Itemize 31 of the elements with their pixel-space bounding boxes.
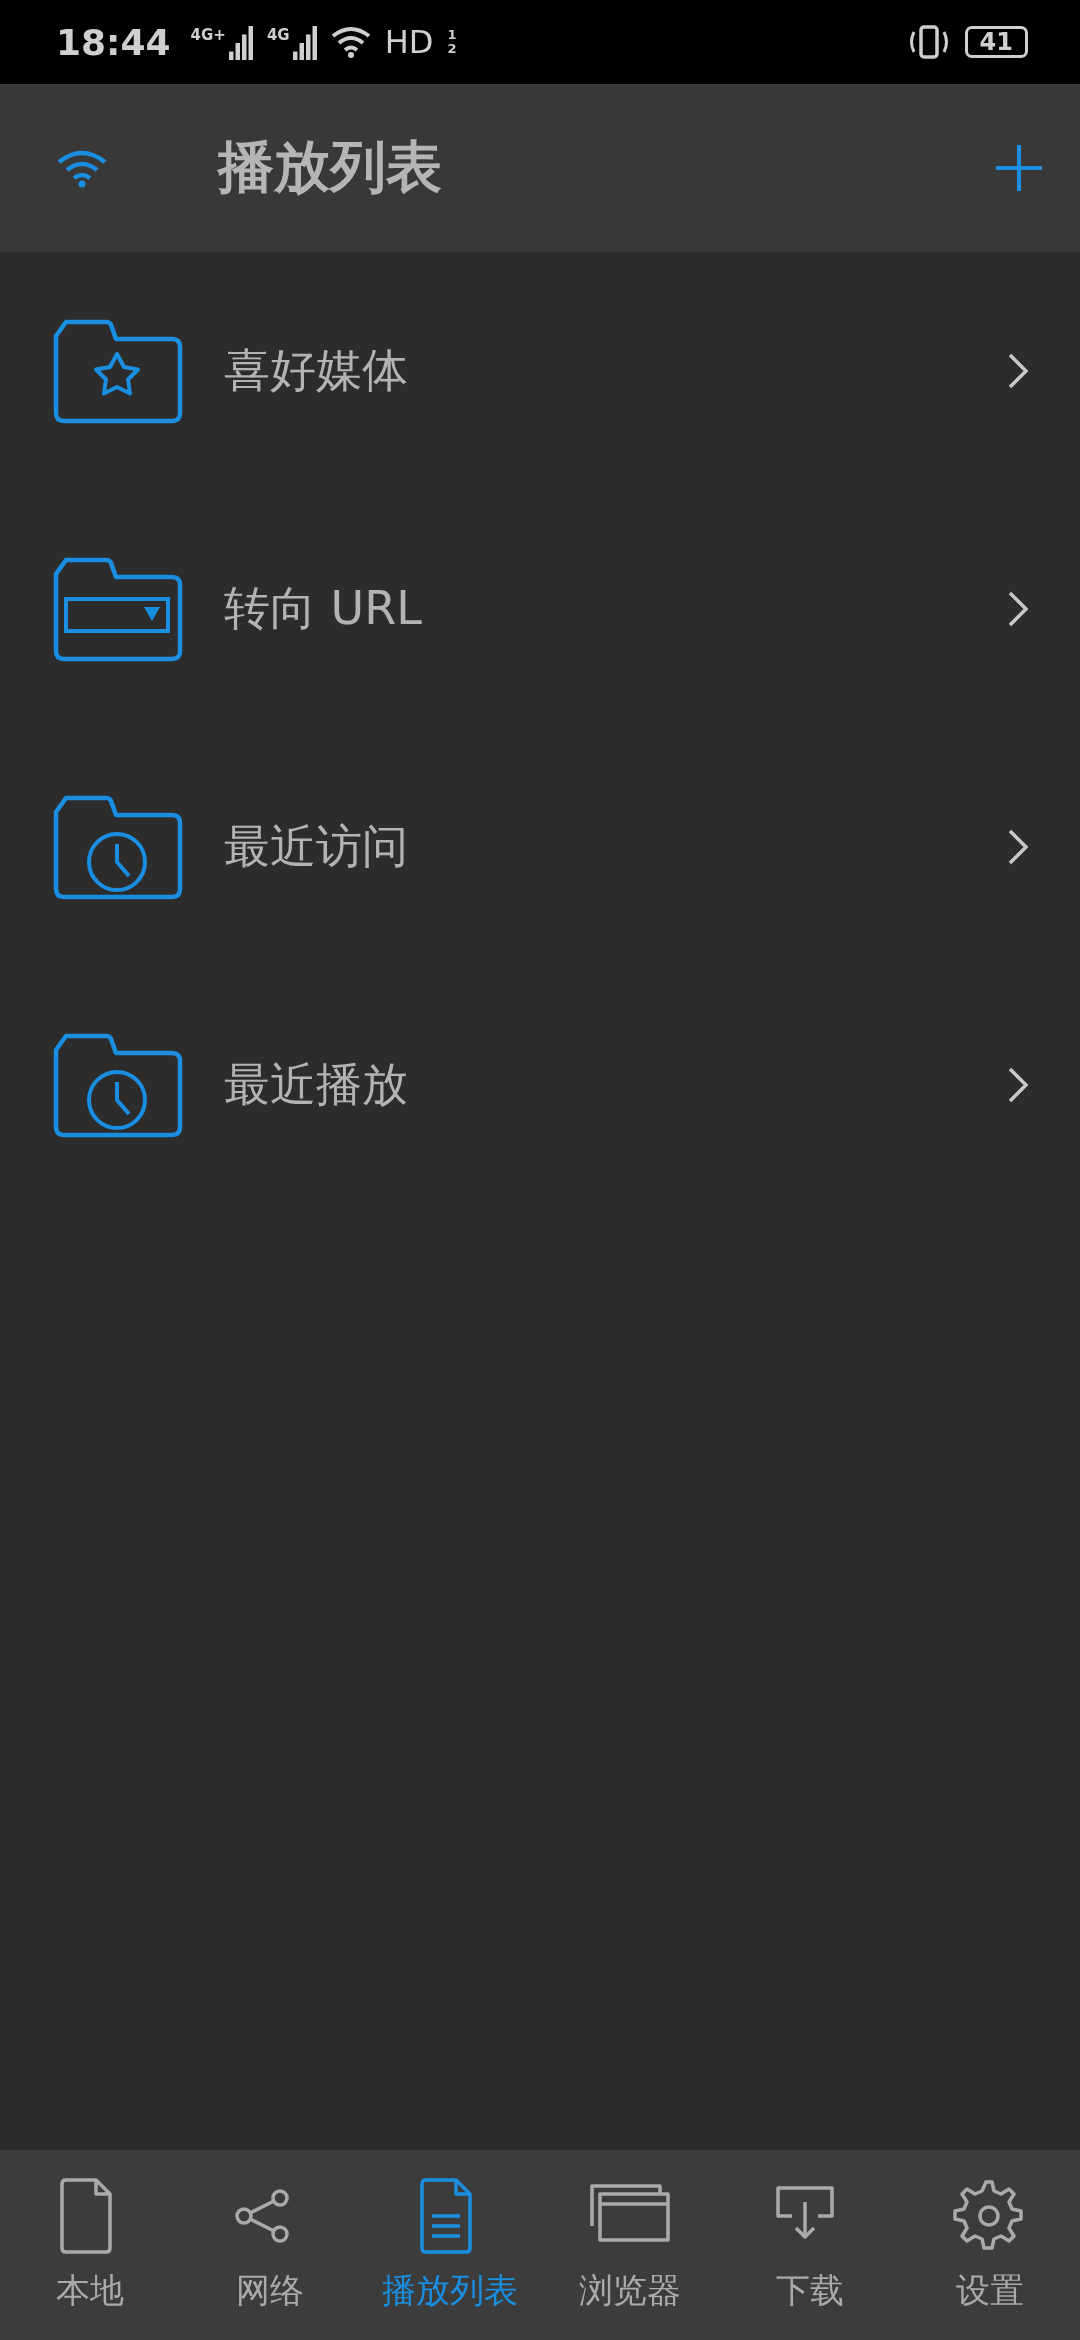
nav-tab[interactable]: 下载 xyxy=(720,2150,900,2340)
row-label: 喜好媒体 xyxy=(224,342,409,399)
playlist-row[interactable]: 转向 URL xyxy=(0,490,1080,728)
playlist-row[interactable]: 最近访问 xyxy=(0,728,1080,966)
nav-tab[interactable]: 播放列表 xyxy=(360,2150,540,2340)
wifi-icon[interactable] xyxy=(56,148,108,188)
nav-tab[interactable]: 本地 xyxy=(0,2150,180,2340)
playlist-row[interactable]: 喜好媒体 xyxy=(0,252,1080,490)
row-label: 最近播放 xyxy=(224,1056,409,1113)
row-label: 转向 URL xyxy=(224,580,423,637)
network-type: 4G+ xyxy=(190,26,226,44)
network-type: 4G xyxy=(266,26,290,44)
add-icon[interactable] xyxy=(994,143,1044,193)
chevron-icon xyxy=(1006,589,1030,629)
nav-tab[interactable]: 设置 xyxy=(900,2150,1080,2340)
chevron-icon xyxy=(1006,1065,1030,1105)
chevron-icon xyxy=(1006,827,1030,867)
wifi-icon xyxy=(330,26,371,58)
nav-tab[interactable]: 网络 xyxy=(180,2150,360,2340)
hd-label: HD xyxy=(384,23,434,61)
signal-icon xyxy=(292,24,317,60)
status-time: 18:44 xyxy=(56,21,171,63)
page-title: 播放列表 xyxy=(218,133,443,201)
chevron-icon xyxy=(1006,351,1030,391)
signal-icon xyxy=(228,24,253,60)
sim-number: 1 xyxy=(447,28,457,42)
sim-number: 2 xyxy=(447,42,457,56)
battery-level: 41 xyxy=(964,26,1028,58)
row-label: 最近访问 xyxy=(224,818,409,875)
nav-tab[interactable]: 浏览器 xyxy=(540,2150,720,2340)
playlist-row[interactable]: 最近播放 xyxy=(0,966,1080,1204)
